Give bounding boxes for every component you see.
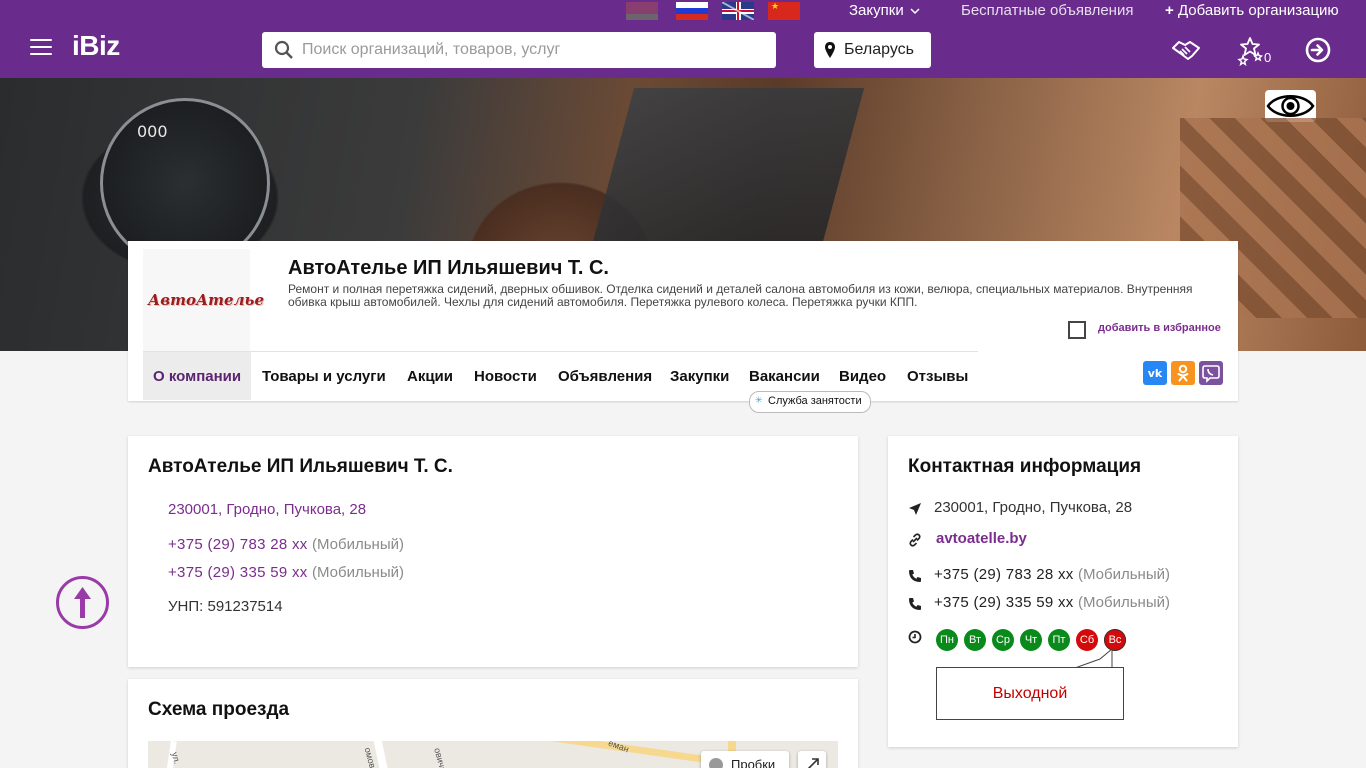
- site-logo[interactable]: iBiz: [72, 30, 120, 62]
- phone-icon: [909, 598, 921, 610]
- tab-reviews[interactable]: Отзывы: [897, 352, 978, 400]
- tab-about[interactable]: О компании: [143, 352, 252, 400]
- add-organization-link[interactable]: + Добавить организацию: [1165, 2, 1339, 19]
- about-address-link[interactable]: 230001, Гродно, Пучкова, 28: [168, 501, 366, 518]
- day-fri[interactable]: Пт: [1048, 629, 1070, 651]
- day-mon[interactable]: Пн: [936, 629, 958, 651]
- phone-number[interactable]: +375 (29) 335 59 хх: [934, 594, 1074, 611]
- main-header: iBiz Беларусь 0: [0, 22, 1366, 78]
- favorite-label[interactable]: добавить в избранное: [1098, 322, 1221, 334]
- menu-icon[interactable]: [30, 39, 52, 57]
- phone-type: (Мобильный): [312, 536, 404, 553]
- website-link[interactable]: avtoatelle.by: [936, 530, 1027, 547]
- link-icon: [909, 533, 921, 547]
- add-organization-label: Добавить организацию: [1177, 2, 1339, 19]
- favorite-checkbox[interactable]: [1068, 321, 1086, 339]
- contact-address: 230001, Гродно, Пучкова, 28: [934, 499, 1133, 516]
- map-title: Схема проезда: [148, 699, 290, 720]
- tab-news[interactable]: Новости: [464, 352, 547, 400]
- region-label: Беларусь: [844, 41, 914, 58]
- tab-products[interactable]: Товары и услуги: [252, 352, 396, 400]
- ok-share-icon[interactable]: [1171, 361, 1195, 385]
- search-icon[interactable]: [274, 40, 294, 60]
- login-icon[interactable]: [1302, 34, 1334, 66]
- navigation-arrow-icon: [909, 503, 921, 515]
- phone-type: (Мобильный): [1078, 594, 1170, 611]
- search-input[interactable]: [302, 32, 762, 68]
- day-thu[interactable]: Чт: [1020, 629, 1042, 651]
- contact-card: Контактная информация 230001, Гродно, Пу…: [888, 436, 1238, 747]
- by-flag-icon[interactable]: [626, 2, 658, 20]
- about-phone-2[interactable]: +375 (29) 335 59 хх (Мобильный): [168, 564, 404, 581]
- tab-promotions[interactable]: Акции: [397, 352, 463, 400]
- about-card: АвтоАтелье ИП Ильяшевич Т. С. 230001, Гр…: [128, 436, 858, 667]
- banner-gauge-text: 000: [137, 122, 168, 141]
- phone-type: (Мобильный): [312, 564, 404, 581]
- phone-number[interactable]: +375 (29) 783 28 хх: [168, 536, 308, 553]
- map-card: Схема проезда ул. омовс овича еман Пробк…: [128, 679, 858, 768]
- company-header-card: АвтоАтелье АвтоАтелье ИП Ильяшевич Т. С.…: [128, 241, 1238, 413]
- company-name: АвтоАтелье ИП Ильяшевич Т. С.: [288, 257, 609, 279]
- phone-type: (Мобильный): [1078, 566, 1170, 583]
- day-wed[interactable]: Ср: [992, 629, 1014, 651]
- phone-number[interactable]: +375 (29) 335 59 хх: [168, 564, 308, 581]
- map-street-label: ул.: [169, 750, 183, 766]
- route-map[interactable]: ул. омовс овича еман Пробки: [148, 741, 838, 768]
- eye-icon: [1266, 95, 1315, 117]
- about-phone-1[interactable]: +375 (29) 783 28 хх (Мобильный): [168, 536, 404, 553]
- about-title: АвтоАтелье ИП Ильяшевич Т. С.: [148, 456, 453, 477]
- favorites-count: 0: [1264, 50, 1272, 65]
- top-strip: Закупки Бесплатные объявления + Добавить…: [0, 0, 1366, 22]
- clock-icon: [908, 630, 922, 644]
- region-select[interactable]: Беларусь: [814, 32, 931, 68]
- tab-procurements[interactable]: Закупки: [660, 352, 739, 400]
- company-description: Ремонт и полная перетяжка сидений, дверн…: [288, 282, 1193, 309]
- day-tue[interactable]: Вт: [964, 629, 986, 651]
- procurements-menu[interactable]: Закупки: [849, 2, 920, 19]
- traffic-button[interactable]: Пробки: [701, 751, 789, 768]
- fullscreen-map-button[interactable]: [798, 751, 826, 768]
- unp-number: УНП: 591237514: [168, 598, 283, 615]
- plus-icon: +: [1165, 2, 1174, 19]
- expand-icon: [807, 758, 819, 768]
- scroll-to-top-button[interactable]: [56, 576, 109, 629]
- svg-text:vk: vk: [1148, 367, 1163, 380]
- procurements-label: Закупки: [849, 2, 904, 19]
- map-street-label: овича: [432, 746, 449, 768]
- handshake-icon[interactable]: [1170, 34, 1202, 66]
- gb-flag-icon[interactable]: [722, 2, 754, 20]
- search-box: [262, 32, 776, 68]
- company-logo: АвтоАтелье: [143, 249, 264, 351]
- employment-service-badge[interactable]: Служба занятости: [749, 391, 871, 413]
- view-eye-button[interactable]: [1265, 90, 1316, 122]
- contact-title: Контактная информация: [908, 456, 1142, 477]
- arrow-up-icon: [74, 587, 91, 618]
- today-status: Выходной: [936, 667, 1124, 720]
- free-ads-link[interactable]: Бесплатные объявления: [961, 2, 1133, 19]
- contact-phone-2[interactable]: +375 (29) 335 59 хх (Мобильный): [934, 594, 1170, 611]
- location-pin-icon: [825, 42, 835, 58]
- phone-icon: [909, 570, 921, 582]
- map-street-label: еман: [606, 741, 631, 755]
- cn-flag-icon[interactable]: [768, 1, 800, 20]
- tab-ads[interactable]: Объявления: [548, 352, 662, 400]
- vk-share-icon[interactable]: vk: [1143, 361, 1167, 385]
- phone-number[interactable]: +375 (29) 783 28 хх: [934, 566, 1074, 583]
- ru-flag-icon[interactable]: [676, 2, 708, 20]
- viber-share-icon[interactable]: [1199, 361, 1223, 385]
- contact-phone-1[interactable]: +375 (29) 783 28 хх (Мобильный): [934, 566, 1170, 583]
- chevron-down-icon: [910, 8, 920, 15]
- company-logo-text: АвтоАтелье: [148, 291, 264, 309]
